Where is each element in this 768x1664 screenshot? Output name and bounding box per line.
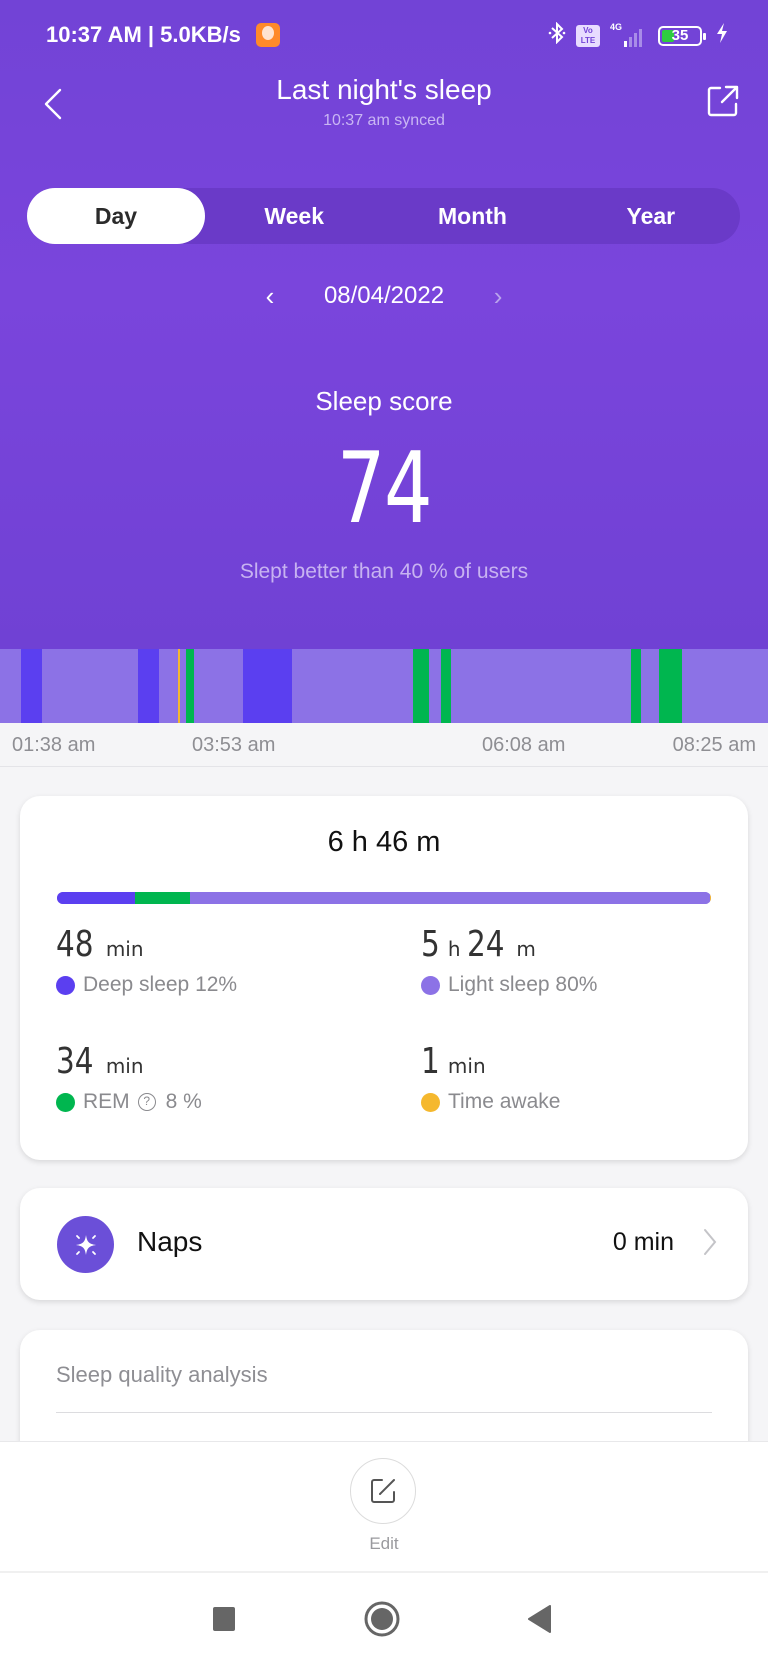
timeline-tick: 06:08 am [482,734,566,756]
timeline-segment-awake [178,649,181,723]
sleep-hero: 10:37 AM | 5.0KB/s Vo LTE 4G 35 Last nig… [0,0,768,650]
light-sleep-minutes: 24 [466,924,505,965]
battery-level: 35 [671,27,689,44]
previous-date-button[interactable]: ‹ [260,281,280,312]
naps-card[interactable]: Naps 0 min [20,1188,748,1300]
light-sleep-hours-unit: h [447,937,461,961]
tab-month[interactable]: Month [383,188,561,244]
tab-day[interactable]: Day [27,188,205,244]
tab-year[interactable]: Year [562,188,740,244]
timeline-tick: 08:25 am [672,734,756,756]
breakdown-deep [57,892,136,904]
sleep-score-comparison: Slept better than 40 % of users [239,560,529,583]
light-sleep-stat: 5 h 24 m Light sleep 80% [421,924,721,997]
signal-icon: 4G [610,22,648,47]
deep-sleep-label: Deep sleep 12% [83,973,238,996]
battery-icon: 35 [658,26,706,46]
date-navigator: ‹ 08/04/2022 › [0,280,768,312]
current-date: 08/04/2022 [323,282,445,309]
sync-status: 10:37 am synced [323,112,445,129]
timeline-segment-rem [631,649,642,723]
light-sleep-legend-dot [421,975,440,995]
page-title: Last night's sleep [276,74,492,105]
charging-icon [716,23,728,49]
timeline-segment-deep [138,649,159,723]
light-sleep-label: Light sleep 80% [448,973,598,996]
status-time: 10:37 AM | 5.0KB/s [46,22,241,47]
sleep-summary-card: 6 h 46 m 48 min Deep sleep 12% 5 h 24 m Ligh… [20,796,748,1160]
volte-icon: Vo LTE [576,25,600,47]
recents-button[interactable] [213,1607,235,1636]
home-button[interactable] [364,1601,400,1642]
light-sleep-minutes-unit: m [516,937,536,961]
network-type: 4G [610,22,623,32]
deep-sleep-stat: 48 min Deep sleep 12% [56,924,356,997]
next-date-button[interactable]: › [488,281,508,312]
timeline-segment-rem [440,649,451,723]
top-app-bar: Last night's sleep 10:37 am synced [0,70,768,140]
sleep-quality-title: Sleep quality analysis [56,1362,268,1387]
rem-label: REM [83,1090,130,1113]
deep-sleep-legend-dot [56,975,75,995]
sleep-breakdown-bar [57,892,711,904]
timeline-tick: 03:53 am [192,734,276,756]
system-nav-bar [0,1571,768,1664]
square-icon [213,1607,235,1631]
status-icons: Vo LTE 4G 35 [548,21,728,50]
sleep-page: 10:37 AM | 5.0KB/s Vo LTE 4G 35 Last nig… [0,0,768,1664]
timeline-segment-deep [20,649,43,723]
naps-value: 0 min [612,1228,674,1256]
app-notification-icon [256,23,280,47]
awake-number: 1 [421,1041,440,1082]
bluetooth-icon [548,21,566,50]
timeline-segment-rem [658,649,682,723]
deep-sleep-unit: min [105,937,144,961]
sleep-score-label: Sleep score [315,386,453,416]
total-sleep-duration: 6 h 46 m [327,826,441,858]
breakdown-rem [135,892,191,904]
timeline-segment-deep [242,649,292,723]
light-sleep-hours: 5 [421,924,440,965]
timeline-axis: 01:38 am 03:53 am 06:08 am 08:25 am [0,723,768,767]
timeline-tick: 01:38 am [12,734,96,756]
rem-stat: 34 min REM? 8 % [56,1041,356,1114]
deep-sleep-value: 48 min [56,924,356,965]
awake-value: 1 min [421,1041,721,1082]
awake-unit: min [447,1054,486,1078]
awake-stat: 1 min Time awake [421,1041,721,1114]
divider [56,1412,712,1413]
rem-unit: min [105,1054,144,1078]
edit-label: Edit [369,1534,399,1553]
breakdown-awake [710,892,711,904]
sparkle-icon [57,1216,114,1273]
period-tabs: Day Week Month Year [27,188,740,244]
chevron-right-icon [702,1226,718,1258]
share-button[interactable] [706,82,740,118]
breakdown-light [190,892,711,904]
help-icon[interactable]: ? [137,1093,156,1111]
rem-value: 34 min [56,1041,356,1082]
awake-legend-dot [421,1092,440,1112]
bottom-action-bar: Edit [0,1441,768,1571]
share-icon [707,85,739,117]
awake-label: Time awake [448,1090,561,1113]
timeline-segment-rem [185,649,194,723]
rem-number: 34 [56,1041,94,1082]
status-bar: 10:37 AM | 5.0KB/s Vo LTE 4G 35 [0,18,768,54]
sleep-stage-timeline[interactable] [0,649,768,723]
naps-label: Naps [137,1226,203,1257]
light-sleep-value: 5 h 24 m [421,924,721,965]
rem-percentage: 8 % [165,1090,202,1113]
tab-week[interactable]: Week [205,188,383,244]
deep-sleep-number: 48 [56,924,94,965]
triangle-back-icon [528,1605,551,1633]
circle-icon [364,1601,400,1637]
system-back-button[interactable] [528,1605,552,1638]
edit-icon [371,1479,395,1503]
rem-legend-dot [56,1092,75,1112]
timeline-segment-rem [413,649,429,723]
sleep-score-value: 74 [336,432,433,546]
edit-button[interactable] [350,1458,416,1524]
